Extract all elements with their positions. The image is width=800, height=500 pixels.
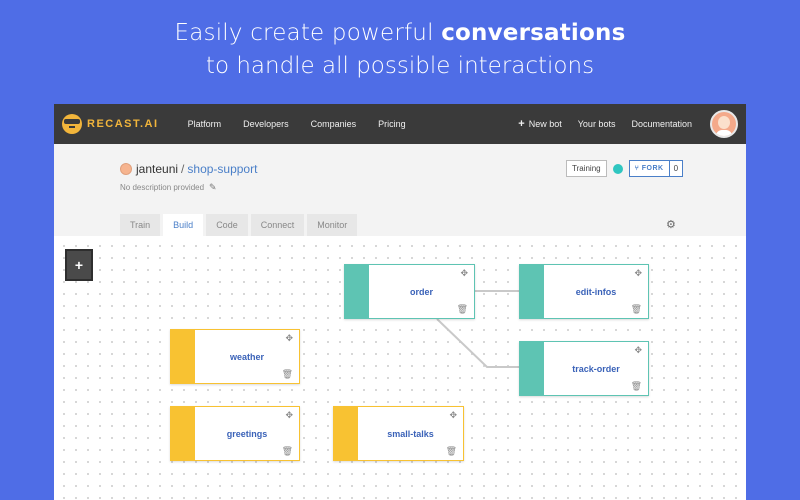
description-text: No description provided <box>120 183 205 192</box>
tab-build[interactable]: Build <box>163 214 204 236</box>
skill-node-track-order[interactable]: track-order ✥ 🗑 <box>519 341 649 396</box>
node-label[interactable]: greetings <box>195 429 299 439</box>
bot-name-link[interactable]: shop-support <box>187 162 257 176</box>
trash-icon[interactable]: 🗑 <box>282 446 293 457</box>
skill-node-greetings[interactable]: greetings ✥ 🗑 <box>170 406 300 461</box>
owner-avatar <box>120 163 132 175</box>
node-color-bar <box>519 341 544 396</box>
node-label[interactable]: weather <box>195 352 299 362</box>
status-group: Training ⑂ FORK 0 <box>566 160 684 177</box>
node-body: small-talks ✥ 🗑 <box>358 406 464 461</box>
fork-label-text: FORK <box>641 165 664 172</box>
connection-order-track-order <box>436 318 520 368</box>
hero-line-1-text: Easily create powerful <box>174 20 442 46</box>
plus-icon: + <box>518 118 525 130</box>
nav-link-companies[interactable]: Companies <box>311 119 357 129</box>
node-body: greetings ✥ 🗑 <box>195 406 300 461</box>
app-window: RECAST.AI Platform Developers Companies … <box>54 104 746 500</box>
your-bots-link[interactable]: Your bots <box>578 119 616 129</box>
fork-icon: ⑂ <box>634 165 642 172</box>
node-label[interactable]: order <box>369 287 474 297</box>
node-color-bar <box>170 329 195 384</box>
top-navbar: RECAST.AI Platform Developers Companies … <box>54 104 746 144</box>
gear-icon[interactable]: ⚙ <box>666 218 676 231</box>
skill-node-weather[interactable]: weather ✥ 🗑 <box>170 329 300 384</box>
move-icon[interactable]: ✥ <box>285 333 293 344</box>
logo[interactable]: RECAST.AI <box>62 114 159 134</box>
node-body: track-order ✥ 🗑 <box>544 341 649 396</box>
skill-node-edit-infos[interactable]: edit-infos ✥ 🗑 <box>519 264 649 319</box>
node-color-bar <box>333 406 358 461</box>
fork-label: ⑂ FORK <box>630 165 669 172</box>
node-color-bar <box>344 264 369 319</box>
logo-text: RECAST.AI <box>87 118 159 130</box>
new-bot-button[interactable]: + New bot <box>518 118 561 130</box>
bot-header: janteuni / shop-support No description p… <box>54 144 746 236</box>
hero-line-1-bold: conversations <box>441 20 626 46</box>
node-label[interactable]: small-talks <box>358 429 463 439</box>
hero-line-2: to handle all possible interactions <box>205 53 595 79</box>
move-icon[interactable]: ✥ <box>449 410 457 421</box>
move-icon[interactable]: ✥ <box>634 268 642 279</box>
fork-count: 0 <box>668 161 682 176</box>
tab-bar: Train Build Code Connect Monitor <box>120 214 360 236</box>
trash-icon[interactable]: 🗑 <box>631 304 642 315</box>
breadcrumb-separator: / <box>181 162 185 176</box>
new-bot-label: New bot <box>528 119 562 129</box>
hero-line-1: Easily create powerful conversations <box>0 16 800 50</box>
tab-connect[interactable]: Connect <box>250 214 305 236</box>
node-body: weather ✥ 🗑 <box>195 329 300 384</box>
build-canvas[interactable]: + order ✥ 🗑 edit-infos ✥ 🗑 track-order ✥… <box>54 236 746 500</box>
nav-link-platform[interactable]: Platform <box>188 119 222 129</box>
documentation-link[interactable]: Documentation <box>631 119 692 129</box>
status-indicator <box>612 163 623 174</box>
bot-description: No description provided ✎ <box>120 182 217 193</box>
node-color-bar <box>519 264 544 319</box>
tab-train[interactable]: Train <box>120 214 161 236</box>
pencil-icon[interactable]: ✎ <box>209 182 217 193</box>
user-avatar[interactable] <box>710 110 738 138</box>
move-icon[interactable]: ✥ <box>634 345 642 356</box>
nav-link-pricing[interactable]: Pricing <box>378 119 406 129</box>
logo-icon <box>62 114 82 134</box>
node-body: edit-infos ✥ 🗑 <box>544 264 649 319</box>
training-button[interactable]: Training <box>566 160 607 177</box>
node-color-bar <box>170 406 195 461</box>
breadcrumb: janteuni / shop-support <box>120 162 257 176</box>
owner-link[interactable]: janteuni <box>136 162 178 176</box>
nav-link-developers[interactable]: Developers <box>243 119 289 129</box>
move-icon[interactable]: ✥ <box>285 410 293 421</box>
skill-node-order[interactable]: order ✥ 🗑 <box>344 264 475 319</box>
fork-button[interactable]: ⑂ FORK 0 <box>628 160 684 177</box>
trash-icon[interactable]: 🗑 <box>282 369 293 380</box>
tab-monitor[interactable]: Monitor <box>307 214 358 236</box>
skill-node-small-talks[interactable]: small-talks ✥ 🗑 <box>333 406 464 461</box>
trash-icon[interactable]: 🗑 <box>631 381 642 392</box>
node-body: order ✥ 🗑 <box>369 264 475 319</box>
move-icon[interactable]: ✥ <box>460 268 468 279</box>
node-label[interactable]: track-order <box>544 364 648 374</box>
trash-icon[interactable]: 🗑 <box>457 304 468 315</box>
hero-headline: Easily create powerful conversations to … <box>0 16 800 82</box>
tab-code[interactable]: Code <box>206 214 248 236</box>
trash-icon[interactable]: 🗑 <box>446 446 457 457</box>
node-label[interactable]: edit-infos <box>544 287 648 297</box>
